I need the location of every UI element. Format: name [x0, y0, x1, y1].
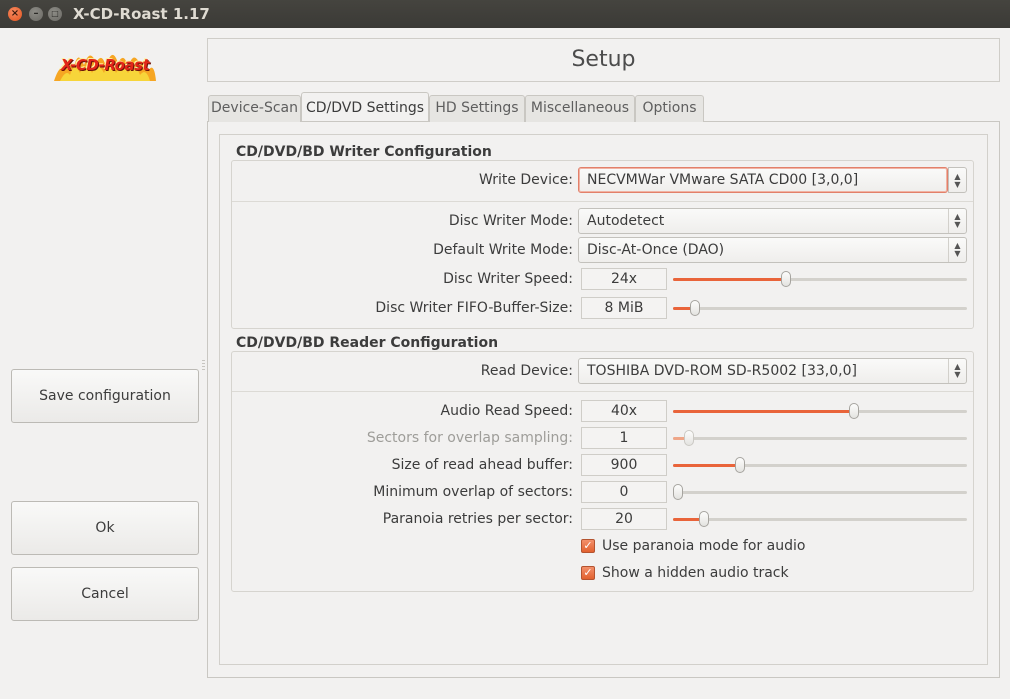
write-device-value: NECVMWar VMware SATA CD00 [3,0,0]: [587, 172, 859, 188]
slider-handle: [684, 430, 695, 446]
disc-writer-mode-label: Disc Writer Mode:: [448, 213, 573, 229]
tab-miscellaneous[interactable]: Miscellaneous: [525, 95, 635, 122]
slider-handle[interactable]: [673, 484, 683, 500]
minimum-overlap-slider[interactable]: [673, 484, 967, 500]
disc-writer-speed-label: Disc Writer Speed:: [443, 271, 573, 287]
minimize-window-icon[interactable]: –: [29, 7, 43, 21]
overlap-sampling-value: 1: [581, 427, 667, 449]
paranoia-retries-value: 20: [581, 508, 667, 530]
tab-cd-dvd-settings[interactable]: CD/DVD Settings: [301, 92, 429, 121]
default-write-mode-select[interactable]: Disc-At-Once (DAO) ▲ ▼: [578, 237, 967, 263]
title-bar: × – □ X-CD-Roast 1.17: [0, 0, 1010, 28]
window-title: X-CD-Roast 1.17: [73, 5, 210, 23]
chevron-updown-icon: ▲ ▼: [948, 238, 966, 262]
minimum-overlap-label: Minimum overlap of sectors:: [373, 484, 573, 500]
disc-writer-speed-value: 24x: [581, 268, 667, 290]
maximize-window-icon[interactable]: □: [48, 7, 62, 21]
fifo-buffer-size-value: 8 MiB: [581, 297, 667, 319]
paranoia-retries-label: Paranoia retries per sector:: [382, 511, 573, 527]
tab-options[interactable]: Options: [635, 95, 704, 122]
slider-handle[interactable]: [849, 403, 860, 419]
ok-button[interactable]: Ok: [11, 501, 199, 555]
pane-resize-handle[interactable]: [202, 360, 205, 370]
paranoia-mode-checkbox[interactable]: ✓: [581, 539, 595, 553]
tab-hd-settings[interactable]: HD Settings: [429, 95, 525, 122]
divider: [232, 391, 973, 392]
divider: [232, 201, 973, 202]
slider-handle[interactable]: [735, 457, 746, 473]
read-device-select[interactable]: TOSHIBA DVD-ROM SD-R5002 [33,0,0] ▲ ▼: [578, 358, 967, 384]
audio-read-speed-label: Audio Read Speed:: [440, 403, 573, 419]
read-device-value: TOSHIBA DVD-ROM SD-R5002 [33,0,0]: [587, 363, 857, 379]
app-logo: X-CD-Roast: [50, 45, 160, 85]
page-title: Setup: [207, 38, 1000, 82]
default-write-mode-label: Default Write Mode:: [433, 242, 573, 258]
fifo-buffer-size-label: Disc Writer FIFO-Buffer-Size:: [375, 300, 573, 316]
slider-handle[interactable]: [698, 511, 709, 527]
chevron-updown-icon: ▲ ▼: [948, 209, 966, 233]
hidden-audio-track-checkbox[interactable]: ✓: [581, 566, 595, 580]
close-window-icon[interactable]: ×: [8, 7, 22, 21]
cancel-button[interactable]: Cancel: [11, 567, 199, 621]
read-device-label: Read Device:: [480, 363, 573, 379]
read-ahead-buffer-value: 900: [581, 454, 667, 476]
slider-handle[interactable]: [690, 300, 701, 316]
logo-text: X-CD-Roast: [60, 56, 150, 74]
checkmark-icon: ✓: [583, 566, 593, 579]
write-device-dropdown-icon[interactable]: ▲ ▼: [948, 167, 967, 193]
save-configuration-button[interactable]: Save configuration: [11, 369, 199, 423]
slider-handle[interactable]: [780, 271, 791, 287]
audio-read-speed-value: 40x: [581, 400, 667, 422]
tab-device-scan[interactable]: Device-Scan: [208, 95, 301, 122]
audio-read-speed-slider[interactable]: [673, 403, 967, 419]
read-ahead-buffer-slider[interactable]: [673, 457, 967, 473]
disc-writer-speed-slider[interactable]: [673, 271, 967, 287]
default-write-mode-value: Disc-At-Once (DAO): [587, 242, 725, 258]
read-ahead-buffer-label: Size of read ahead buffer:: [391, 457, 573, 473]
overlap-sampling-slider: [673, 430, 967, 446]
disc-writer-mode-value: Autodetect: [587, 213, 665, 229]
minimum-overlap-value: 0: [581, 481, 667, 503]
overlap-sampling-label: Sectors for overlap sampling:: [366, 430, 573, 446]
paranoia-retries-slider[interactable]: [673, 511, 967, 527]
write-device-label: Write Device:: [478, 172, 573, 188]
fifo-buffer-size-slider[interactable]: [673, 300, 967, 316]
disc-writer-mode-select[interactable]: Autodetect ▲ ▼: [578, 208, 967, 234]
paranoia-mode-label[interactable]: Use paranoia mode for audio: [602, 538, 805, 554]
reader-section-title: CD/DVD/BD Reader Configuration: [236, 335, 501, 351]
chevron-updown-icon: ▲ ▼: [948, 359, 966, 383]
hidden-audio-track-label[interactable]: Show a hidden audio track: [602, 565, 789, 581]
write-device-select[interactable]: NECVMWar VMware SATA CD00 [3,0,0]: [578, 167, 948, 193]
writer-section-title: CD/DVD/BD Writer Configuration: [236, 144, 494, 160]
checkmark-icon: ✓: [583, 539, 593, 552]
